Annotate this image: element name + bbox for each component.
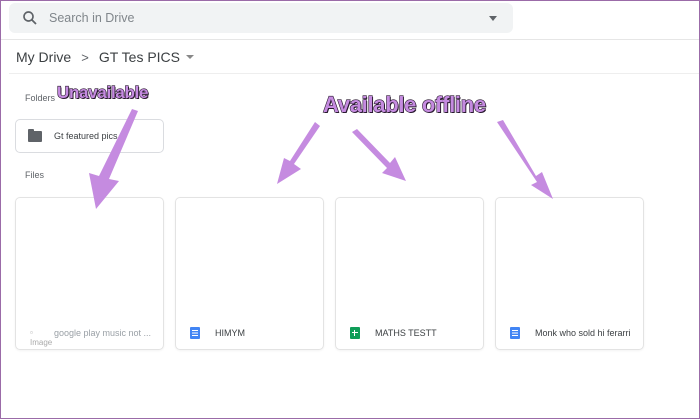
arrow-icon — [89, 109, 138, 209]
arrow-icon — [497, 120, 553, 199]
annotation-unavailable: Unavailable — [56, 82, 149, 102]
arrow-icon — [277, 122, 320, 184]
arrow-icon — [352, 129, 406, 181]
annotation-arrows — [89, 109, 553, 209]
annotation-available-offline: Available offline — [322, 91, 486, 117]
